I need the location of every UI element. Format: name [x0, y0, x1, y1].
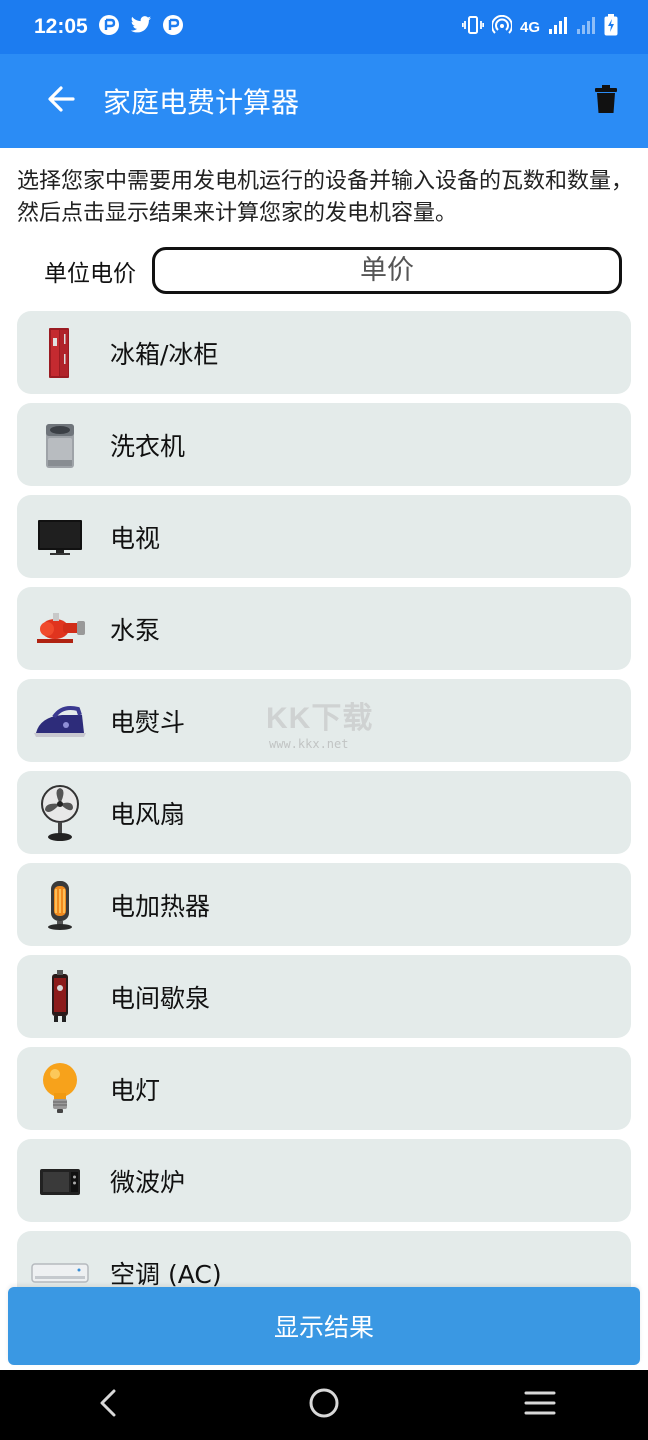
device-label: 水泵 — [110, 615, 161, 645]
device-label: 电灯 — [110, 1075, 161, 1105]
device-label: 微波炉 — [110, 1167, 186, 1197]
arrow-left-icon — [47, 85, 75, 117]
device-card-microwave[interactable]: 微波炉 — [17, 1139, 631, 1222]
status-right: 4G — [461, 14, 618, 40]
app-notification-icon — [98, 14, 120, 40]
battery-charging-icon — [604, 14, 618, 40]
device-card-refrigerator[interactable]: 冰箱/冰柜 — [17, 311, 631, 394]
water-heater-icon — [30, 967, 90, 1027]
device-label: 洗衣机 — [110, 431, 186, 461]
device-label: 冰箱/冰柜 — [110, 339, 219, 369]
unit-price-label: 单位电价 — [44, 261, 136, 287]
device-list: 冰箱/冰柜 洗衣机 电视 水泵 电熨斗 电风扇 电加热器 电间歇泉 电灯 微波炉… — [17, 311, 631, 1323]
unit-price-input[interactable] — [152, 247, 622, 294]
navigation-bar — [0, 1370, 648, 1440]
heater-icon — [30, 875, 90, 935]
unit-price-row: 单位电价 — [0, 247, 648, 295]
microwave-icon — [30, 1151, 90, 1211]
twitter-icon — [130, 15, 152, 39]
status-bar: 12:05 4G — [0, 0, 648, 54]
back-button[interactable] — [31, 71, 91, 131]
refrigerator-icon — [30, 323, 90, 383]
trash-icon — [595, 85, 617, 117]
show-result-button[interactable]: 显示结果 — [8, 1287, 640, 1365]
vibrate-icon — [461, 16, 485, 38]
nav-menu-icon — [524, 1390, 556, 1420]
device-label: 电间歇泉 — [110, 983, 211, 1013]
device-card-tv[interactable]: 电视 — [17, 495, 631, 578]
tv-icon — [30, 507, 90, 567]
device-label: 电熨斗 — [110, 707, 186, 737]
device-card-light-bulb[interactable]: 电灯 — [17, 1047, 631, 1130]
device-card-iron[interactable]: 电熨斗 — [17, 679, 631, 762]
instructions-text: 选择您家中需要用发电机运行的设备并输入设备的瓦数和数量，然后点击显示结果来计算您… — [17, 169, 634, 226]
device-card-water-pump[interactable]: 水泵 — [17, 587, 631, 670]
light-bulb-icon — [30, 1059, 90, 1119]
signal-icon — [576, 16, 596, 38]
device-card-heater[interactable]: 电加热器 — [17, 863, 631, 946]
nav-back-icon — [97, 1388, 119, 1422]
network-type: 4G — [519, 18, 540, 36]
nav-home-button[interactable] — [289, 1375, 359, 1435]
fan-icon — [30, 783, 90, 843]
app-bar: 家庭电费计算器 — [0, 54, 648, 148]
washing-machine-icon — [30, 415, 90, 475]
iron-icon — [30, 691, 90, 751]
nav-home-icon — [308, 1387, 340, 1423]
device-label: 电加热器 — [110, 891, 211, 921]
device-card-water-heater[interactable]: 电间歇泉 — [17, 955, 631, 1038]
device-card-fan[interactable]: 电风扇 — [17, 771, 631, 854]
status-left: 12:05 — [34, 14, 184, 40]
device-label: 电视 — [110, 523, 161, 553]
nav-menu-button[interactable] — [505, 1375, 575, 1435]
signal-icon — [548, 16, 568, 38]
page-title: 家庭电费计算器 — [103, 86, 300, 119]
device-label: 电风扇 — [110, 799, 186, 829]
nav-back-button[interactable] — [73, 1375, 143, 1435]
status-time: 12:05 — [34, 15, 88, 38]
hotspot-icon — [490, 14, 513, 39]
water-pump-icon — [30, 599, 90, 659]
app-notification-icon — [162, 14, 184, 40]
delete-button[interactable] — [586, 76, 626, 126]
device-label: 空调 (AC) — [110, 1259, 222, 1289]
device-card-washing-machine[interactable]: 洗衣机 — [17, 403, 631, 486]
